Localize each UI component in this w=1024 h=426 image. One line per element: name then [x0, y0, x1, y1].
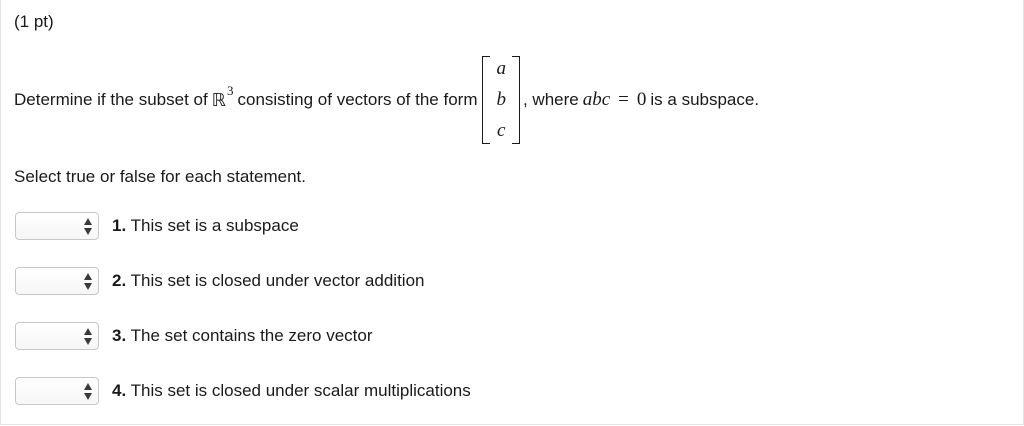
condition-lhs: abc	[582, 89, 611, 110]
vector-entry-a: a	[496, 58, 506, 79]
vector-entry-c: c	[497, 120, 506, 141]
condition-rhs: 0	[636, 89, 647, 110]
statement-label-1: This set is a subspace	[130, 216, 299, 235]
question-text: Determine if the subset of ℝ3 consisting…	[14, 55, 759, 145]
statement-text-3: 3. The set contains the zero vector	[112, 326, 373, 346]
up-down-arrows-icon	[84, 273, 93, 290]
condition-equals: =	[618, 89, 629, 110]
statement-text-2: 2. This set is closed under vector addit…	[112, 271, 424, 291]
left-bracket	[482, 56, 491, 144]
statement-label-3: The set contains the zero vector	[130, 326, 373, 345]
statement-number-1: 1.	[112, 216, 127, 235]
statement-number-2: 2.	[112, 271, 127, 290]
instruction-text: Select true or false for each statement.	[14, 167, 306, 186]
space-symbol: ℝ	[211, 89, 226, 111]
up-down-arrows-icon	[84, 383, 93, 400]
space-exponent: 3	[226, 83, 234, 98]
true-false-select-2[interactable]	[15, 267, 99, 295]
column-vector: a b c	[482, 56, 520, 144]
statement-number-3: 3.	[112, 326, 127, 345]
statement-row-3: 3. The set contains the zero vector	[15, 321, 373, 351]
statement-text-1: 1. This set is a subspace	[112, 216, 299, 236]
question-suffix: is a subspace.	[650, 90, 760, 109]
true-false-select-1[interactable]	[15, 212, 99, 240]
statement-row-4: 4. This set is closed under scalar multi…	[15, 376, 471, 406]
vector-entry-b: b	[496, 89, 506, 110]
points-label: (1 pt)	[14, 12, 54, 31]
statement-row-2: 2. This set is closed under vector addit…	[15, 266, 424, 296]
question-middle: consisting of vectors of the form	[237, 90, 478, 109]
up-down-arrows-icon	[84, 328, 93, 345]
true-false-select-3[interactable]	[15, 322, 99, 350]
question-prefix: Determine if the subset of	[14, 90, 208, 109]
up-down-arrows-icon	[84, 218, 93, 235]
statement-number-4: 4.	[112, 381, 127, 400]
comma-where: , where	[522, 90, 579, 109]
statement-label-2: This set is closed under vector addition	[130, 271, 425, 290]
statement-text-4: 4. This set is closed under scalar multi…	[112, 381, 471, 401]
statement-row-1: 1. This set is a subspace	[15, 211, 299, 241]
statement-label-4: This set is closed under scalar multipli…	[130, 381, 471, 400]
right-bracket	[511, 56, 520, 144]
true-false-select-4[interactable]	[15, 377, 99, 405]
vector-entries: a b c	[490, 56, 512, 144]
